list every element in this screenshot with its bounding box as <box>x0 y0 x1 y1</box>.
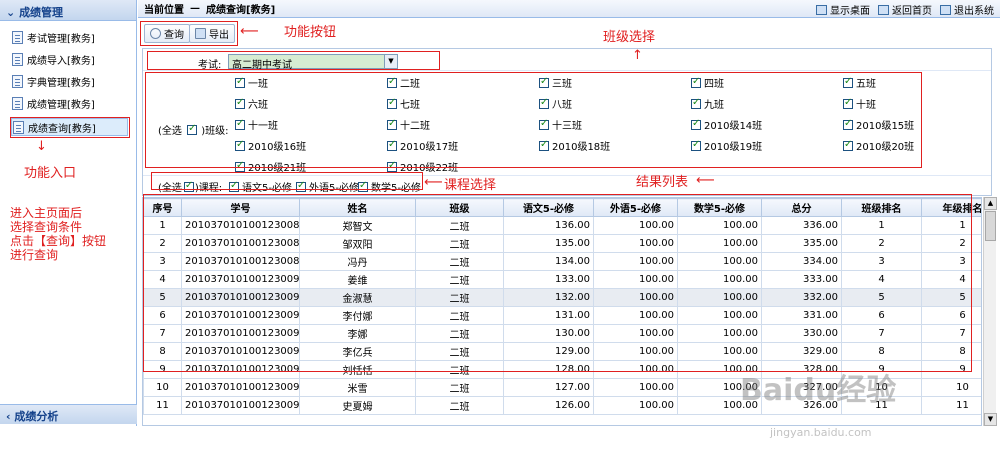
annotation-func-buttons: 功能按钮 <box>284 25 337 40</box>
toolbar: 查询 导出 <box>138 19 1000 46</box>
desktop-icon <box>816 5 827 15</box>
home-link[interactable]: 返回首页 <box>878 2 932 17</box>
annotation-arrow-result: ⟵ <box>696 173 715 188</box>
table-scrollbar[interactable]: ▲ ▼ <box>983 197 997 426</box>
sidebar-item-label: 成绩导入[教务] <box>27 55 95 67</box>
document-icon <box>12 52 23 66</box>
table-cell: 2010370101001230097 <box>181 378 300 397</box>
annotation-result-list: 结果列表 <box>636 175 689 190</box>
sidebar-item-label: 成绩管理[教务] <box>27 99 95 111</box>
sidebar-header-label: 成绩管理 <box>19 6 64 19</box>
table-cell: 11 <box>143 396 182 415</box>
table-cell: 史夏姆 <box>299 396 416 415</box>
scroll-thumb[interactable] <box>985 211 996 241</box>
sidebar-item-label: 考试管理[教务] <box>27 33 95 45</box>
table-cell: 二班 <box>415 396 504 415</box>
table-cell: 二班 <box>415 378 504 397</box>
chevron-down-icon: ⌄ <box>6 6 16 19</box>
breadcrumb: 成绩查询[教务] <box>206 5 276 16</box>
table-cell: 米雪 <box>299 378 416 397</box>
exit-link[interactable]: 退出系统 <box>940 2 994 17</box>
annotation-box-course <box>151 172 423 190</box>
scroll-up-icon[interactable]: ▲ <box>984 197 997 210</box>
sidebar-item-label: 字典管理[教务] <box>27 77 95 89</box>
annotation-func-entry: 功能入口 <box>24 166 77 181</box>
sidebar-item-score-import[interactable]: 成绩导入[教务] <box>12 50 95 68</box>
table-cell: 10 <box>921 378 981 397</box>
sidebar-footer-label: 成绩分析 <box>14 410 59 423</box>
table-cell: 10 <box>143 378 182 397</box>
top-links: 显示桌面 返回首页 退出系统 <box>816 2 994 17</box>
annotation-box-entry <box>10 117 130 138</box>
sidebar-item-dictionary[interactable]: 字典管理[教务] <box>12 72 95 90</box>
table-cell: 126.00 <box>503 396 594 415</box>
table-cell: 11 <box>921 396 981 415</box>
annotation-arrow-entry: ↓ <box>36 139 47 154</box>
table-cell: 100.00 <box>593 396 678 415</box>
sidebar-item-exam-manage[interactable]: 考试管理[教务] <box>12 28 95 46</box>
annotation-box-results <box>143 194 972 372</box>
top-bar: 当前位置 — 成绩查询[教务] 显示桌面 返回首页 退出系统 <box>138 0 1000 18</box>
show-desktop-link[interactable]: 显示桌面 <box>816 2 870 17</box>
watermark: Baidu经验 <box>740 373 897 408</box>
scroll-down-icon[interactable]: ▼ <box>984 413 997 426</box>
table-cell: 2010370101001230098 <box>181 396 300 415</box>
sidebar-header[interactable]: ⌄ 成绩管理 <box>0 0 136 21</box>
document-icon <box>12 74 23 88</box>
annotation-arrow-buttons: ⟵ <box>240 24 259 39</box>
exit-icon <box>940 5 951 15</box>
annotation-course-select: 课程选择 <box>444 178 497 193</box>
table-cell: 127.00 <box>503 378 594 397</box>
document-icon <box>12 96 23 110</box>
annotation-arrow-class: ↑ <box>632 48 643 63</box>
sidebar-footer-score-analysis[interactable]: ‹ 成绩分析 <box>0 404 137 424</box>
sidebar-item-score-manage[interactable]: 成绩管理[教务] <box>12 94 95 112</box>
annotation-arrow-course: ⟵ <box>424 175 443 190</box>
annotation-box-exam <box>147 51 440 70</box>
annotation-instructions: 进入主页面后 选择查询条件 点击【查询】按钮 进行查询 <box>10 206 107 262</box>
chevron-left-icon: ‹ <box>6 410 11 423</box>
location-label: 当前位置 <box>144 5 184 16</box>
location-separator: — <box>190 3 200 14</box>
table-cell: 100.00 <box>593 378 678 397</box>
home-icon <box>878 5 889 15</box>
watermark-url: jingyan.baidu.com <box>770 426 872 439</box>
document-icon <box>12 30 23 44</box>
annotation-class-select: 班级选择 <box>603 30 656 45</box>
annotation-box-buttons <box>140 21 238 46</box>
annotation-box-classes <box>145 72 922 168</box>
